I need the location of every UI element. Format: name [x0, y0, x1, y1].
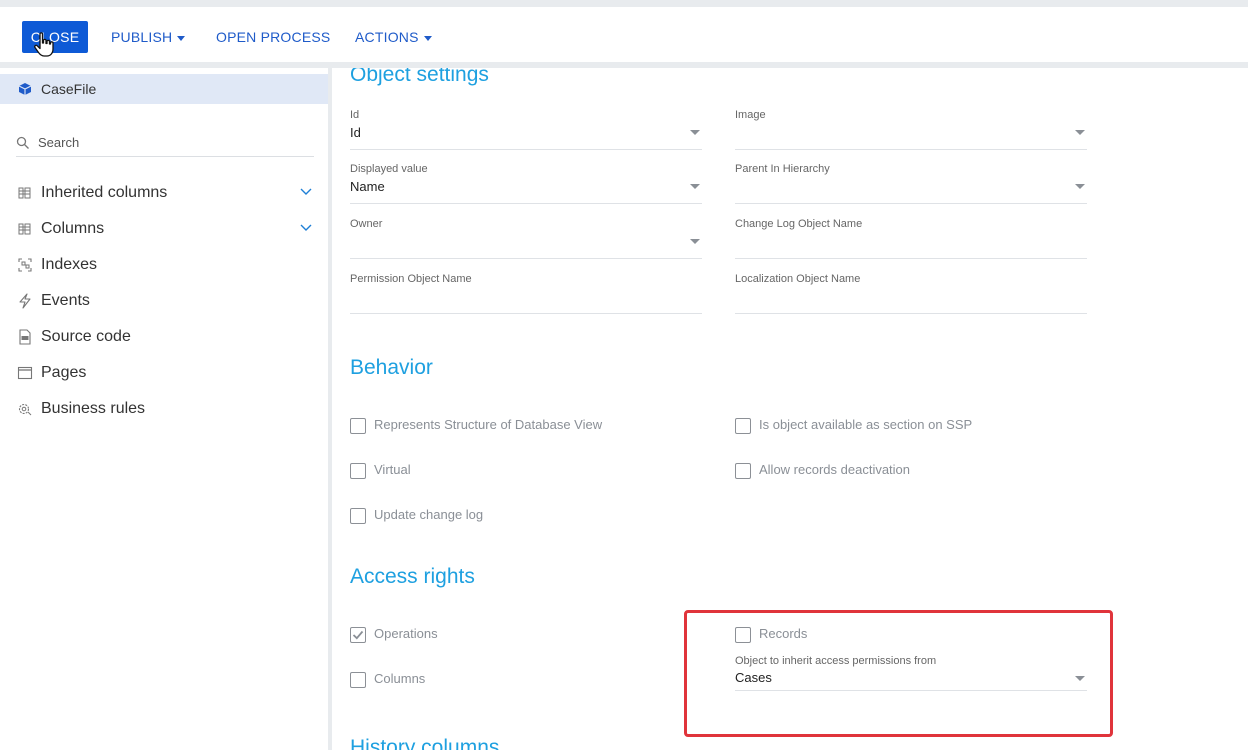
caret-down-icon — [423, 35, 432, 41]
section-title-behavior: Behavior — [350, 356, 433, 379]
checkbox-box[interactable] — [735, 463, 751, 479]
field-label: Id — [350, 109, 360, 121]
sidebar-item-label: Indexes — [41, 256, 98, 273]
checkbox-label: Allow records deactivation — [759, 462, 911, 477]
dropdown-arrow-icon[interactable] — [1075, 184, 1085, 189]
checkbox-box[interactable] — [350, 508, 366, 524]
close-button[interactable]: CLOSE — [22, 21, 88, 53]
sidebar-item-inherited-columns[interactable]: Inherited columns — [0, 178, 328, 208]
window-icon — [17, 366, 33, 380]
field-value: Id — [350, 125, 361, 140]
checkbox-label: Is object available as section on SSP — [759, 417, 973, 432]
actions-button[interactable]: ACTIONS — [355, 21, 432, 53]
field-label: Image — [735, 109, 766, 121]
chevron-down-icon[interactable] — [299, 187, 313, 197]
publish-button[interactable]: PUBLISH — [111, 21, 186, 53]
publish-label: PUBLISH — [111, 29, 173, 45]
columns-list-icon — [18, 187, 31, 199]
field-label: Parent In Hierarchy — [735, 163, 830, 175]
field-label: Owner — [350, 218, 383, 230]
field-permission-object-name[interactable]: Permission Object Name — [350, 273, 702, 314]
section-title-history-columns: History columns — [350, 736, 500, 750]
field-label: Change Log Object Name — [735, 218, 863, 230]
cube-icon — [18, 83, 32, 95]
field-change-log-object-name[interactable]: Change Log Object Name — [735, 218, 1087, 259]
field-label: Localization Object Name — [735, 273, 861, 285]
section-title-object-settings: Object settings — [350, 68, 489, 86]
field-localization-object-name[interactable]: Localization Object Name — [735, 273, 1087, 314]
sidebar-item-label: Business rules — [41, 400, 146, 417]
sidebar-item-label: CaseFile — [41, 81, 97, 97]
search-input[interactable]: Search — [38, 135, 79, 150]
checkmark-icon — [352, 630, 364, 640]
checkbox-label: Virtual — [374, 462, 411, 477]
sidebar-item-source-code[interactable]: Source code — [0, 322, 328, 352]
chevron-down-icon[interactable] — [299, 223, 313, 233]
field-label: Displayed value — [350, 163, 428, 175]
sidebar-item-casefile[interactable]: CaseFile — [0, 74, 328, 104]
field-image[interactable]: Image — [735, 109, 1087, 150]
checkbox-box[interactable] — [735, 418, 751, 434]
sidebar-item-events[interactable]: Events — [0, 286, 328, 316]
dropdown-arrow-icon[interactable] — [690, 184, 700, 189]
sidebar-item-business-rules[interactable]: Business rules — [0, 394, 328, 424]
caret-down-icon — [177, 35, 186, 41]
code-file-icon — [19, 329, 31, 345]
gear-icon — [18, 403, 32, 416]
field-parent-in-hierarchy[interactable]: Parent In Hierarchy — [735, 163, 1087, 204]
sidebar-item-label: Source code — [41, 328, 131, 345]
checkbox-box[interactable] — [350, 463, 366, 479]
checkbox-box[interactable] — [350, 672, 366, 688]
checkbox-label: Columns — [374, 671, 426, 686]
checkbox-label: Update change log — [374, 507, 484, 522]
sidebar-item-label: Columns — [41, 220, 105, 237]
field-owner[interactable]: Owner — [350, 218, 702, 259]
highlight-box — [684, 610, 1113, 737]
sidebar-item-label: Events — [41, 292, 90, 309]
section-title-access-rights: Access rights — [350, 565, 475, 588]
actions-label: ACTIONS — [355, 29, 419, 45]
hand-cursor-icon — [34, 32, 54, 57]
field-label: Permission Object Name — [350, 273, 472, 285]
index-icon — [18, 258, 32, 272]
checkbox-label: Represents Structure of Database View — [374, 417, 603, 432]
checkbox-box[interactable] — [350, 418, 366, 434]
sidebar-item-label: Inherited columns — [41, 184, 168, 201]
checkbox-label: Operations — [374, 626, 438, 641]
lightning-icon — [19, 293, 31, 309]
columns-list-icon — [18, 223, 31, 235]
toolbar: CLOSE PUBLISH OPEN PROCESS ACTIONS — [0, 7, 1248, 62]
field-displayed-value[interactable]: Displayed value Name — [350, 163, 702, 204]
field-value: Name — [350, 179, 385, 194]
dropdown-arrow-icon[interactable] — [690, 239, 700, 244]
main-panel: Object settings Id Id Image Displayed va… — [332, 68, 1248, 750]
search-icon — [16, 136, 29, 149]
sidebar-item-label: Pages — [41, 364, 87, 381]
sidebar: CaseFile Search Inherited columns Column… — [0, 68, 328, 750]
dropdown-arrow-icon[interactable] — [1075, 130, 1085, 135]
sidebar-item-pages[interactable]: Pages — [0, 358, 328, 388]
dropdown-arrow-icon[interactable] — [690, 130, 700, 135]
checkbox-box-checked[interactable] — [350, 627, 366, 643]
top-strip — [0, 0, 1248, 7]
field-id[interactable]: Id Id — [350, 109, 702, 150]
search-field[interactable]: Search — [16, 132, 314, 157]
open-process-button[interactable]: OPEN PROCESS — [216, 21, 330, 53]
sidebar-item-columns[interactable]: Columns — [0, 214, 328, 244]
sidebar-item-indexes[interactable]: Indexes — [0, 250, 328, 280]
